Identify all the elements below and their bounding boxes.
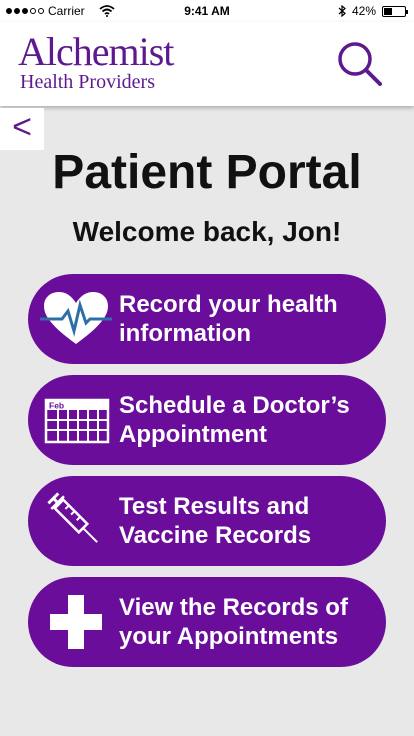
action-label: Record your health information: [119, 291, 338, 347]
brand-logo-subtitle: Health Providers: [20, 71, 155, 93]
test-results-button[interactable]: Test Results and Vaccine Records: [28, 476, 386, 566]
view-appointment-records-button[interactable]: View the Records of your Appointments: [28, 577, 386, 667]
syringe-icon: [47, 492, 98, 543]
app-header: Alchemist Health Providers: [0, 22, 414, 106]
calendar-icon: Feb: [44, 398, 110, 444]
status-right: 42%: [338, 4, 408, 18]
action-label: Schedule a Doctor’s Appointment: [119, 392, 350, 448]
search-icon: [338, 42, 382, 86]
action-label: Test Results and Vaccine Records: [119, 493, 312, 549]
battery-icon: [382, 5, 408, 17]
battery-percent: 42%: [351, 4, 376, 18]
schedule-appointment-button[interactable]: Feb Schedule a Doctor’s Appointment: [28, 375, 386, 465]
back-button[interactable]: <: [0, 108, 44, 150]
page-title: Patient Portal: [52, 146, 362, 199]
bluetooth-icon: [338, 5, 346, 17]
action-label: View the Records of your Appointments: [119, 594, 348, 650]
brand-logo-title: Alchemist: [18, 29, 174, 74]
plus-icon: [50, 595, 102, 649]
welcome-message: Welcome back, Jon!: [72, 216, 342, 247]
status-bar: Carrier 9:41 AM 42%: [0, 0, 414, 22]
record-health-info-button[interactable]: Record your health information: [28, 274, 386, 364]
search-button[interactable]: [336, 40, 384, 88]
heart-pulse-icon: [40, 292, 112, 344]
calendar-month-label: Feb: [49, 401, 64, 411]
